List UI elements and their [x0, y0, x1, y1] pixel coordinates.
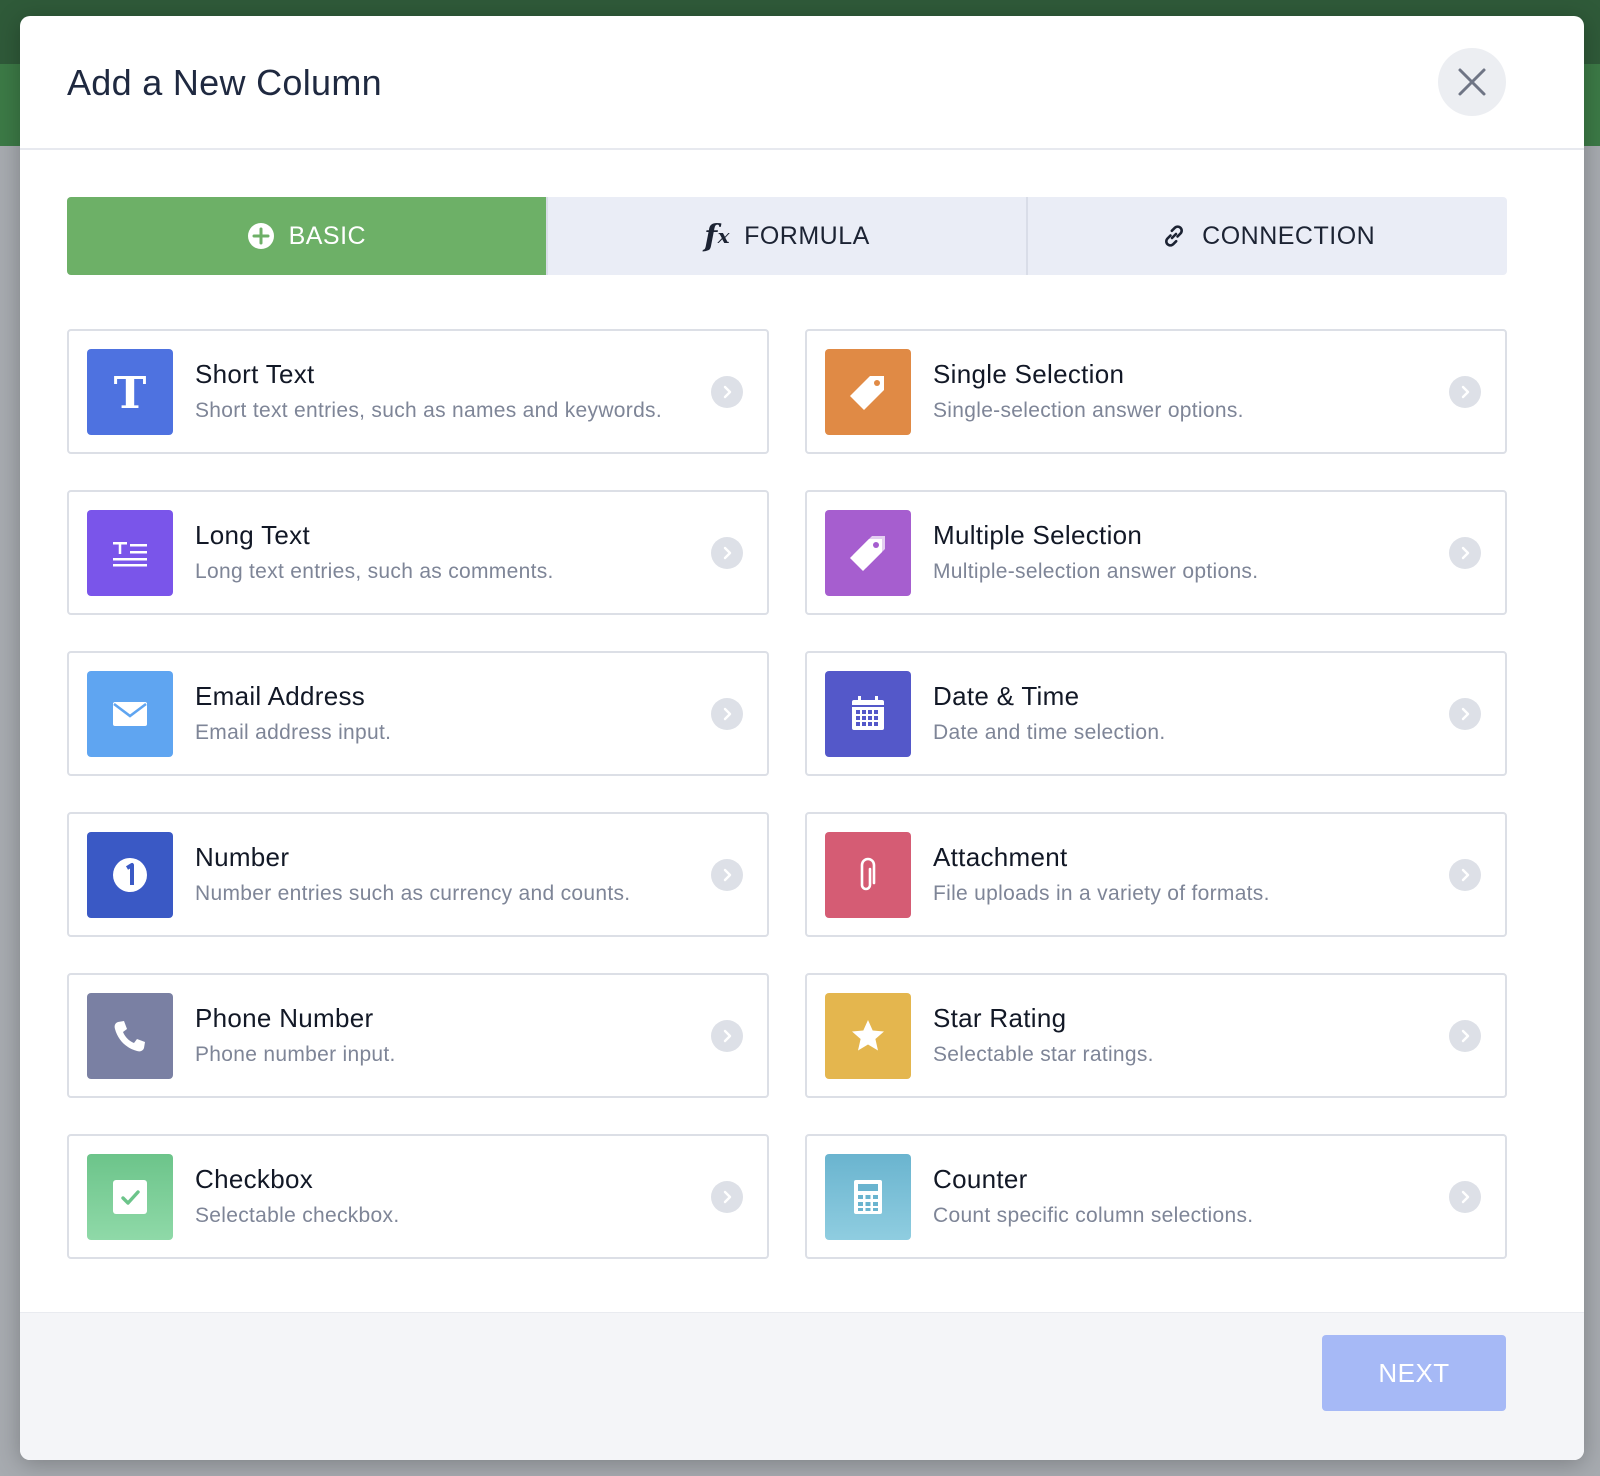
column-type-star-rating[interactable]: Star Rating Selectable star ratings. — [805, 973, 1507, 1098]
paperclip-icon — [825, 832, 911, 918]
tab-formula-label: FORMULA — [744, 221, 870, 250]
card-title: Phone Number — [195, 1003, 374, 1033]
column-type-grid: T Short Text Short text entries, such as… — [67, 329, 1507, 1259]
fx-icon: fx — [704, 218, 731, 254]
chevron-right-icon — [711, 698, 743, 730]
column-type-attachment[interactable]: Attachment File uploads in a variety of … — [805, 812, 1507, 937]
card-description: Number entries such as currency and coun… — [195, 882, 631, 905]
card-description: Short text entries, such as names and ke… — [195, 399, 662, 422]
card-title: Number — [195, 842, 290, 872]
column-type-long-text[interactable]: Long Text Long text entries, such as com… — [67, 490, 769, 615]
column-type-tabs: BASIC fx FORMULA CONNECTION — [67, 197, 1507, 275]
card-description: Selectable star ratings. — [933, 1043, 1154, 1066]
tab-formula[interactable]: fx FORMULA — [548, 197, 1029, 275]
calendar-icon — [825, 671, 911, 757]
next-button[interactable]: NEXT — [1322, 1335, 1506, 1411]
checkbox-icon — [87, 1154, 173, 1240]
card-description: Count specific column selections. — [933, 1204, 1254, 1227]
card-description: Phone number input. — [195, 1043, 396, 1066]
chevron-right-icon — [1449, 1181, 1481, 1213]
column-type-multiple-selection[interactable]: Multiple Selection Multiple-selection an… — [805, 490, 1507, 615]
link-icon — [1160, 222, 1188, 250]
add-column-dialog: Add a New Column BASIC fx FORMULA CONNEC… — [20, 16, 1584, 1460]
card-description: Date and time selection. — [933, 721, 1166, 744]
column-type-number[interactable]: Number Number entries such as currency a… — [67, 812, 769, 937]
envelope-icon — [87, 671, 173, 757]
chevron-right-icon — [1449, 376, 1481, 408]
tab-connection[interactable]: CONNECTION — [1028, 197, 1507, 275]
chevron-right-icon — [711, 537, 743, 569]
chevron-right-icon — [711, 1020, 743, 1052]
chevron-right-icon — [711, 1181, 743, 1213]
card-title: Checkbox — [195, 1164, 314, 1194]
card-description: Long text entries, such as comments. — [195, 560, 554, 583]
number-one-icon — [87, 832, 173, 918]
tab-connection-label: CONNECTION — [1202, 221, 1376, 250]
card-title: Attachment — [933, 842, 1068, 872]
calculator-icon — [825, 1154, 911, 1240]
column-type-email-address[interactable]: Email Address Email address input. — [67, 651, 769, 776]
column-type-date-time[interactable]: Date & Time Date and time selection. — [805, 651, 1507, 776]
tag-icon — [825, 349, 911, 435]
plus-circle-icon — [247, 222, 275, 250]
dialog-footer: NEXT — [20, 1312, 1584, 1460]
chevron-right-icon — [1449, 537, 1481, 569]
chevron-right-icon — [711, 376, 743, 408]
card-title: Multiple Selection — [933, 520, 1143, 550]
chevron-right-icon — [1449, 1020, 1481, 1052]
dialog-header: Add a New Column — [20, 16, 1584, 150]
card-description: Email address input. — [195, 721, 392, 744]
tab-basic[interactable]: BASIC — [67, 197, 548, 275]
card-title: Short Text — [195, 359, 315, 389]
column-type-short-text[interactable]: T Short Text Short text entries, such as… — [67, 329, 769, 454]
card-title: Email Address — [195, 681, 366, 711]
close-icon — [1458, 68, 1486, 96]
card-title: Long Text — [195, 520, 310, 550]
chevron-right-icon — [1449, 859, 1481, 891]
card-title: Star Rating — [933, 1003, 1067, 1033]
column-type-phone-number[interactable]: Phone Number Phone number input. — [67, 973, 769, 1098]
star-icon — [825, 993, 911, 1079]
long-text-icon — [87, 510, 173, 596]
card-title: Single Selection — [933, 359, 1125, 389]
text-t-icon: T — [87, 349, 173, 435]
svg-text:T: T — [114, 370, 147, 414]
dialog-title: Add a New Column — [67, 62, 382, 103]
card-description: Single-selection answer options. — [933, 399, 1244, 422]
card-description: Multiple-selection answer options. — [933, 560, 1259, 583]
phone-icon — [87, 993, 173, 1079]
chevron-right-icon — [711, 859, 743, 891]
column-type-counter[interactable]: Counter Count specific column selections… — [805, 1134, 1507, 1259]
card-title: Counter — [933, 1164, 1028, 1194]
card-description: File uploads in a variety of formats. — [933, 882, 1270, 905]
card-description: Selectable checkbox. — [195, 1204, 400, 1227]
tags-icon — [825, 510, 911, 596]
card-title: Date & Time — [933, 681, 1080, 711]
chevron-right-icon — [1449, 698, 1481, 730]
close-button[interactable] — [1438, 48, 1506, 116]
column-type-single-selection[interactable]: Single Selection Single-selection answer… — [805, 329, 1507, 454]
column-type-checkbox[interactable]: Checkbox Selectable checkbox. — [67, 1134, 769, 1259]
tab-basic-label: BASIC — [288, 221, 367, 250]
